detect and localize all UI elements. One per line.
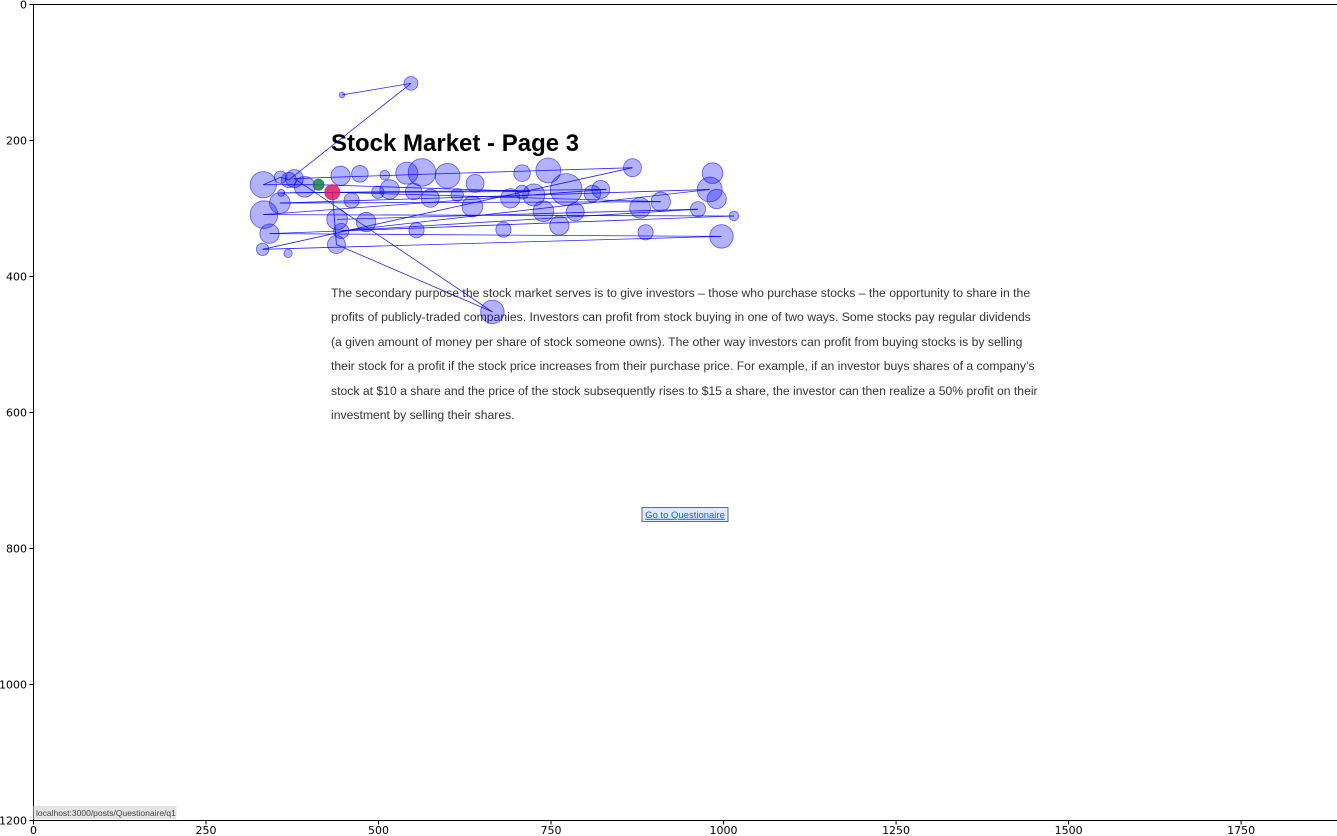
fixation-point <box>637 224 654 241</box>
x-tick-label: 250 <box>196 824 217 836</box>
paragraph-line: stock at $10 a share and the price of th… <box>331 384 1038 398</box>
fixation-point <box>330 165 351 186</box>
paragraph-line: profits of publicly-traded companies. In… <box>331 310 1031 324</box>
y-tick-label: 1200 <box>0 815 27 828</box>
fixation-point <box>356 212 377 233</box>
fixation-point <box>629 197 651 219</box>
x-tick-label: 750 <box>541 824 562 836</box>
fixation-point <box>549 215 570 236</box>
x-tick-label: 1750 <box>1227 824 1255 836</box>
status-bar: localhost:3000/posts/Questionaire/q1 <box>33 806 177 819</box>
y-tick-label: 400 <box>6 271 27 284</box>
fixation-point <box>249 171 277 199</box>
fixation-point <box>284 169 304 188</box>
fixation-point <box>480 299 505 324</box>
page-title: Stock Market - Page 3 <box>331 130 579 157</box>
fixation-point <box>690 201 707 218</box>
fixation-point <box>565 202 585 222</box>
fixation-point <box>706 188 727 210</box>
fixation-point <box>255 242 270 256</box>
x-tick-label: 1500 <box>1055 824 1083 836</box>
fixation-point <box>407 158 437 187</box>
fixation-point <box>495 221 512 238</box>
paragraph-line: (a given amount of money per share of st… <box>331 335 1022 349</box>
fixation-point <box>403 76 419 91</box>
axes-frame <box>33 4 1337 821</box>
go-to-questionaire-button[interactable]: Go to Questionaire <box>641 507 729 522</box>
y-tick-label: 600 <box>6 407 27 420</box>
y-tick-label: 0 <box>20 0 27 12</box>
fixation-point <box>379 169 390 181</box>
fixation-point <box>728 210 740 222</box>
fixation-point <box>450 188 464 202</box>
fixation-point <box>408 222 425 239</box>
start-fixation-point <box>312 178 325 191</box>
fixation-point <box>650 191 671 212</box>
fixation-point <box>434 163 461 189</box>
fixation-point <box>351 165 369 183</box>
fixation-point <box>326 208 348 231</box>
fixation-point <box>405 182 423 201</box>
y-axis: 0 200 400 600 800 1000 1200 <box>0 0 34 828</box>
fixation-point <box>513 164 531 182</box>
x-tick-label: 500 <box>368 824 389 836</box>
fixation-point <box>371 185 385 199</box>
x-tick-label: 1000 <box>710 824 738 836</box>
x-tick-label: 0 <box>30 824 37 836</box>
fixation-point <box>532 200 555 222</box>
x-axis: 0 250 500 750 1000 1250 1500 1750 <box>30 820 1255 836</box>
button-label[interactable]: Go to Questionaire <box>645 510 725 521</box>
fixation-point <box>465 173 485 193</box>
y-tick-label: 800 <box>6 543 27 556</box>
fixation-point <box>709 224 734 249</box>
x-tick-label: 1250 <box>882 824 910 836</box>
y-tick-label: 200 <box>6 135 27 148</box>
fixation-point <box>259 223 280 244</box>
fixation-point <box>249 200 279 229</box>
fixation-point <box>283 248 293 258</box>
fixation-point <box>461 195 484 218</box>
fixation-point <box>623 158 642 178</box>
paragraph-line: investment by selling their shares. <box>331 408 515 422</box>
gaze-plot: Stock Market - Page 3 The secondary purp… <box>0 0 1337 836</box>
fixation-point <box>591 180 611 199</box>
y-tick-label: 1000 <box>0 679 27 692</box>
status-url: localhost:3000/posts/Questionaire/q1 <box>36 808 176 818</box>
fixation-point <box>343 192 360 209</box>
end-fixation-point <box>324 184 341 201</box>
paragraph-line: their stock for a profit if the stock pr… <box>331 359 1035 373</box>
fixation-point <box>338 91 346 99</box>
fixation-point <box>549 173 583 206</box>
fixation-point <box>420 188 440 208</box>
paragraph-line: The secondary purpose the stock market s… <box>331 286 1030 300</box>
